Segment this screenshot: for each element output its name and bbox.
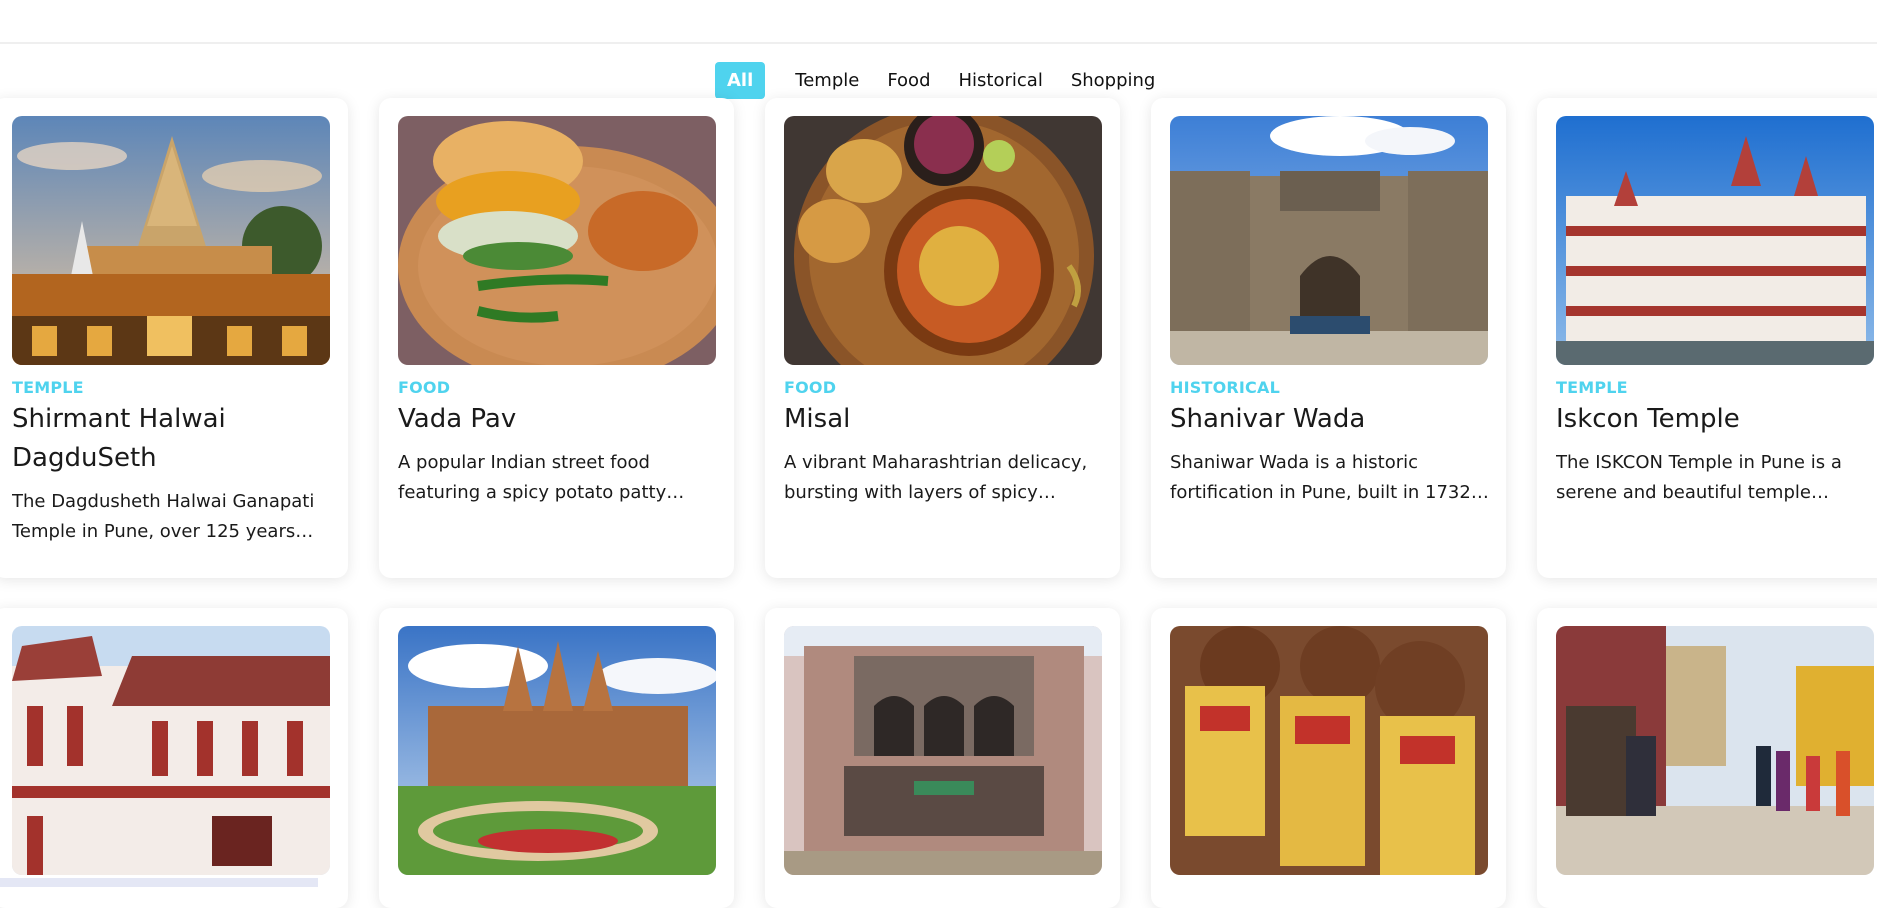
place-description: The ISKCON Temple in Pune is a serene an… bbox=[1556, 452, 1842, 503]
place-title[interactable]: Shanivar Wada bbox=[1170, 400, 1490, 439]
place-title[interactable]: Misal bbox=[784, 400, 1104, 439]
filter-shopping[interactable]: Shopping bbox=[1071, 62, 1156, 99]
place-title[interactable]: Iskcon Temple bbox=[1556, 400, 1876, 439]
filter-all[interactable]: All bbox=[715, 62, 766, 99]
place-image bbox=[1556, 626, 1874, 875]
place-title[interactable]: Shirmant Halwai DagduSeth bbox=[12, 400, 332, 478]
place-card[interactable] bbox=[1537, 608, 1877, 908]
filter-historical[interactable]: Historical bbox=[959, 62, 1043, 99]
place-category: TEMPLE bbox=[12, 378, 84, 397]
place-card[interactable] bbox=[1151, 608, 1506, 908]
place-image bbox=[1170, 116, 1488, 365]
place-image bbox=[784, 626, 1102, 875]
place-category: TEMPLE bbox=[1556, 378, 1628, 397]
place-image bbox=[1556, 116, 1874, 365]
place-card[interactable]: FOOD Misal A vibrant Maharashtrian delic… bbox=[765, 98, 1120, 578]
place-card[interactable]: TEMPLE Iskcon Temple The ISKCON Temple i… bbox=[1537, 98, 1877, 578]
footer-strip bbox=[0, 878, 318, 887]
place-card[interactable]: TEMPLE Shirmant Halwai DagduSeth The Dag… bbox=[0, 98, 348, 578]
place-category: HISTORICAL bbox=[1170, 378, 1280, 397]
filter-food[interactable]: Food bbox=[887, 62, 930, 99]
filter-temple[interactable]: Temple bbox=[795, 62, 859, 99]
place-card[interactable] bbox=[379, 608, 734, 908]
place-description: The Dagdusheth Halwai Ganapati Temple in… bbox=[12, 491, 315, 542]
category-filter-bar: All Temple Food Historical Shopping bbox=[715, 62, 1183, 99]
place-card[interactable]: HISTORICAL Shanivar Wada Shaniwar Wada i… bbox=[1151, 98, 1506, 578]
place-image bbox=[12, 626, 330, 875]
place-card[interactable]: FOOD Vada Pav A popular Indian street fo… bbox=[379, 98, 734, 578]
place-image bbox=[398, 626, 716, 875]
place-image bbox=[12, 116, 330, 365]
place-category: FOOD bbox=[398, 378, 451, 397]
place-description: A popular Indian street food featuring a… bbox=[398, 452, 667, 503]
place-title[interactable]: Vada Pav bbox=[398, 400, 718, 439]
place-image bbox=[398, 116, 716, 365]
place-image bbox=[784, 116, 1102, 365]
place-card[interactable] bbox=[765, 608, 1120, 908]
place-category: FOOD bbox=[784, 378, 837, 397]
place-description: Shaniwar Wada is a historic fortificatio… bbox=[1170, 452, 1471, 503]
place-image bbox=[1170, 626, 1488, 875]
place-description: A vibrant Maharashtrian delicacy, bursti… bbox=[784, 452, 1088, 503]
place-card[interactable] bbox=[0, 608, 348, 908]
top-navbar bbox=[0, 0, 1877, 44]
